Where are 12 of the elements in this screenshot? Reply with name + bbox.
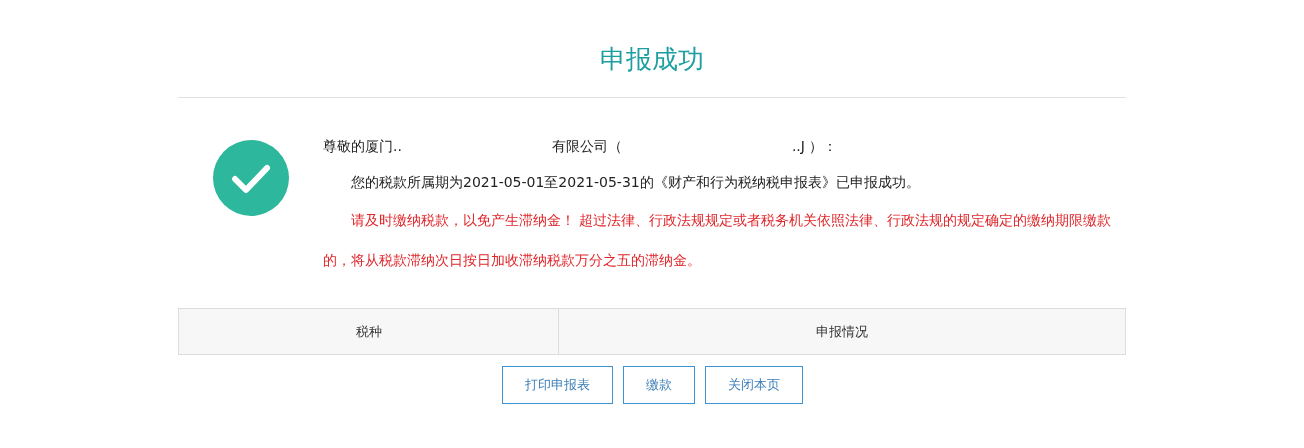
table-header-cell-text: 申报情况 <box>815 322 869 341</box>
greeting-text: 尊敬的厦门.. <box>323 137 402 156</box>
late-payment-warning: 请及时缴纳税款，以免产生滞纳金！ 超过法律、行政法规规定或者税务机关依照法律、行政法规的规定确定的缴纳期限缴款的，将从税款滞纳次日按日加收滞纳税款万分之五的滞纳金。 <box>323 211 1113 270</box>
action-button[interactable]: 缴款 <box>622 366 695 404</box>
action-button[interactable]: 打印申报表 <box>501 366 613 404</box>
greeting-text: ..J ）： <box>791 137 838 156</box>
action-button[interactable]: 关闭本页 <box>704 366 803 404</box>
checkmark-icon <box>212 140 289 216</box>
greeting-text: 有限公司（ <box>551 137 622 156</box>
table-header-cell: 税种 <box>179 309 559 354</box>
success-message: 您的税款所属期为2021-05-01至2021-05-31的《财产和行为税纳税申报表》已申报成功。 <box>350 173 921 192</box>
page-title: 申报成功 <box>600 43 704 76</box>
